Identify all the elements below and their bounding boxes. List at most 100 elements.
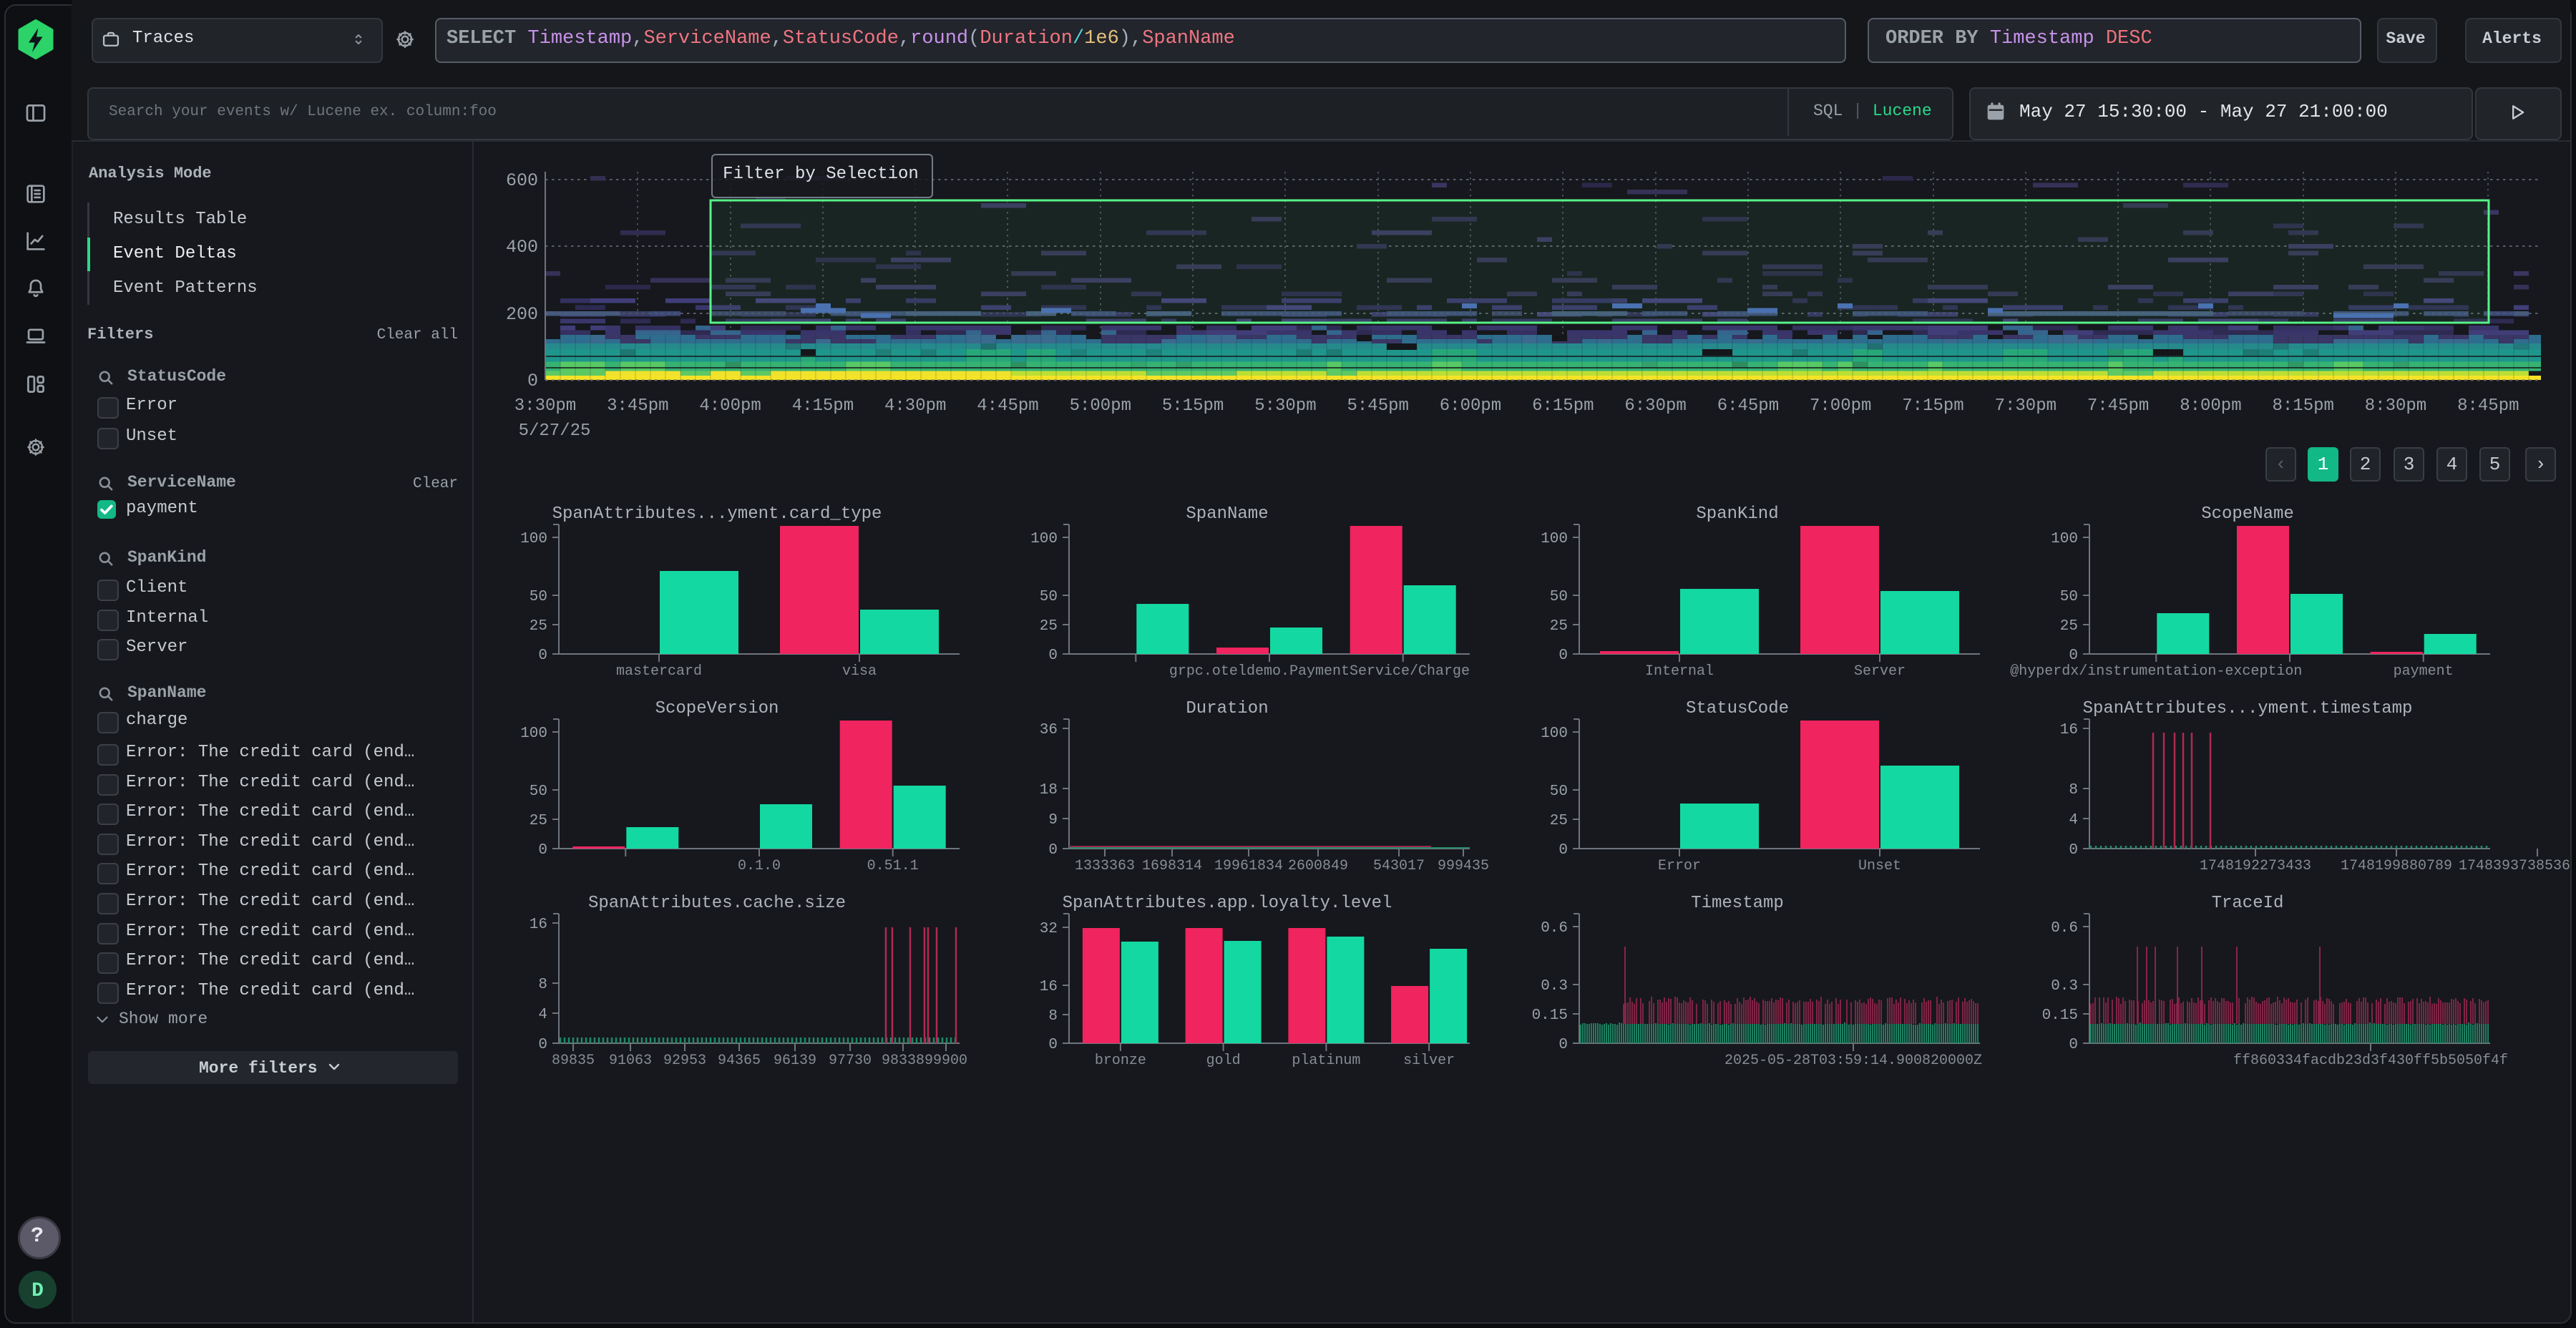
svg-text:TraceId: TraceId xyxy=(2212,894,2284,913)
svg-text:0: 0 xyxy=(538,1037,547,1053)
svg-text:18: 18 xyxy=(1040,782,1058,799)
svg-text:50: 50 xyxy=(1550,783,1568,800)
svg-text:0: 0 xyxy=(1558,1037,1568,1053)
svg-text:3:45pm: 3:45pm xyxy=(607,396,668,416)
svg-text:SpanName: SpanName xyxy=(1186,504,1268,524)
svg-text:5:45pm: 5:45pm xyxy=(1347,396,1408,416)
svg-text:92953: 92953 xyxy=(663,1053,706,1069)
svg-text:16: 16 xyxy=(530,917,547,933)
svg-text:7:30pm: 7:30pm xyxy=(1995,396,2057,416)
svg-text:50: 50 xyxy=(2060,589,2078,605)
svg-text:4:45pm: 4:45pm xyxy=(977,396,1038,416)
svg-text:32: 32 xyxy=(1040,921,1058,937)
svg-text:5:30pm: 5:30pm xyxy=(1254,396,1316,416)
svg-text:4: 4 xyxy=(2069,812,2078,829)
svg-text:200: 200 xyxy=(506,304,538,325)
svg-text:Error: Error xyxy=(1658,858,1701,874)
svg-text:SpanAttributes.app.loyalty.lev: SpanAttributes.app.loyalty.level xyxy=(1063,894,1392,913)
svg-text:0: 0 xyxy=(2069,648,2078,664)
svg-text:9: 9 xyxy=(1048,812,1058,829)
svg-text:0.3: 0.3 xyxy=(1541,978,1568,995)
svg-text:8:30pm: 8:30pm xyxy=(2365,396,2426,416)
svg-text:0: 0 xyxy=(538,648,547,664)
svg-text:visa: visa xyxy=(842,663,877,680)
svg-text:6:15pm: 6:15pm xyxy=(1532,396,1594,416)
svg-text:Timestamp: Timestamp xyxy=(1691,894,1784,913)
svg-text:50: 50 xyxy=(1550,589,1568,605)
svg-text:0: 0 xyxy=(538,842,547,859)
svg-text:600: 600 xyxy=(506,170,538,191)
svg-text:8: 8 xyxy=(538,977,547,993)
svg-text:Internal: Internal xyxy=(1645,663,1714,680)
svg-text:1748192273433: 1748192273433 xyxy=(2200,858,2311,874)
svg-text:silver: silver xyxy=(1403,1053,1455,1069)
svg-text:0.51.1: 0.51.1 xyxy=(867,858,919,874)
svg-text:mastercard: mastercard xyxy=(616,663,702,680)
svg-text:8: 8 xyxy=(2069,782,2078,799)
svg-text:0.3: 0.3 xyxy=(2051,978,2078,995)
svg-text:0.6: 0.6 xyxy=(2051,920,2078,937)
svg-text:99900: 99900 xyxy=(924,1053,967,1069)
svg-text:2600849: 2600849 xyxy=(1288,858,1348,874)
svg-text:0: 0 xyxy=(527,371,538,391)
svg-text:0: 0 xyxy=(1048,648,1058,664)
svg-text:Duration: Duration xyxy=(1186,699,1268,718)
svg-text:8:15pm: 8:15pm xyxy=(2272,396,2333,416)
svg-text:1333363: 1333363 xyxy=(1075,858,1135,874)
svg-text:50: 50 xyxy=(1040,589,1058,605)
svg-text:19961834: 19961834 xyxy=(1214,858,1283,874)
svg-text:7:45pm: 7:45pm xyxy=(2087,396,2149,416)
svg-text:0: 0 xyxy=(1558,648,1568,664)
svg-text:ScopeVersion: ScopeVersion xyxy=(655,699,779,718)
svg-text:16: 16 xyxy=(2060,722,2078,738)
svg-text:50: 50 xyxy=(530,783,547,800)
svg-text:50: 50 xyxy=(530,589,547,605)
svg-text:94365: 94365 xyxy=(718,1053,761,1069)
svg-text:91063: 91063 xyxy=(609,1053,652,1069)
svg-text:4:30pm: 4:30pm xyxy=(884,396,946,416)
svg-text:SpanKind: SpanKind xyxy=(1696,504,1778,524)
svg-text:100: 100 xyxy=(520,531,547,547)
svg-text:1698314: 1698314 xyxy=(1142,858,1202,874)
svg-text:@hyperdx/instrumentation-excep: @hyperdx/instrumentation-exception xyxy=(2010,663,2302,680)
svg-text:400: 400 xyxy=(506,237,538,258)
svg-text:100: 100 xyxy=(1541,726,1568,742)
svg-text:25: 25 xyxy=(530,813,547,829)
svg-text:grpc.oteldemo.PaymentService/C: grpc.oteldemo.PaymentService/Charge xyxy=(1169,663,1470,680)
svg-text:7:15pm: 7:15pm xyxy=(1902,396,1963,416)
svg-text:100: 100 xyxy=(2051,531,2078,547)
svg-text:0: 0 xyxy=(2069,1037,2078,1053)
svg-text:96139: 96139 xyxy=(774,1053,816,1069)
svg-text:bronze: bronze xyxy=(1095,1053,1146,1069)
svg-text:0.1.0: 0.1.0 xyxy=(738,858,781,874)
svg-text:Server: Server xyxy=(1854,663,1906,680)
svg-text:16: 16 xyxy=(1040,979,1058,995)
svg-text:SpanAttributes...yment.timesta: SpanAttributes...yment.timestamp xyxy=(2083,699,2413,718)
svg-text:0: 0 xyxy=(1048,842,1058,859)
svg-text:0.15: 0.15 xyxy=(2042,1007,2078,1024)
svg-text:0: 0 xyxy=(1048,1037,1058,1053)
svg-text:6:00pm: 6:00pm xyxy=(1440,396,1501,416)
svg-text:98338: 98338 xyxy=(882,1053,924,1069)
svg-text:6:30pm: 6:30pm xyxy=(1624,396,1686,416)
svg-text:97730: 97730 xyxy=(829,1053,872,1069)
svg-text:4:00pm: 4:00pm xyxy=(699,396,761,416)
svg-text:25: 25 xyxy=(1040,618,1058,635)
svg-text:4: 4 xyxy=(538,1007,547,1023)
svg-text:25: 25 xyxy=(530,618,547,635)
svg-text:SpanAttributes.cache.size: SpanAttributes.cache.size xyxy=(588,894,846,913)
svg-text:3:30pm: 3:30pm xyxy=(514,396,576,416)
svg-text:25: 25 xyxy=(2060,618,2078,635)
svg-text:8:00pm: 8:00pm xyxy=(2180,396,2241,416)
svg-text:100: 100 xyxy=(1030,531,1058,547)
svg-text:4:15pm: 4:15pm xyxy=(792,396,854,416)
svg-text:25: 25 xyxy=(1550,618,1568,635)
svg-text:36: 36 xyxy=(1040,722,1058,738)
svg-text:5:00pm: 5:00pm xyxy=(1070,396,1131,416)
svg-text:gold: gold xyxy=(1206,1053,1241,1069)
svg-text:0.6: 0.6 xyxy=(1541,920,1568,937)
svg-text:100: 100 xyxy=(520,726,547,742)
svg-text:2025-05-28T03:59:14.900820000Z: 2025-05-28T03:59:14.900820000Z xyxy=(1724,1053,1982,1069)
svg-text:543017: 543017 xyxy=(1373,858,1425,874)
svg-text:89835: 89835 xyxy=(552,1053,595,1069)
